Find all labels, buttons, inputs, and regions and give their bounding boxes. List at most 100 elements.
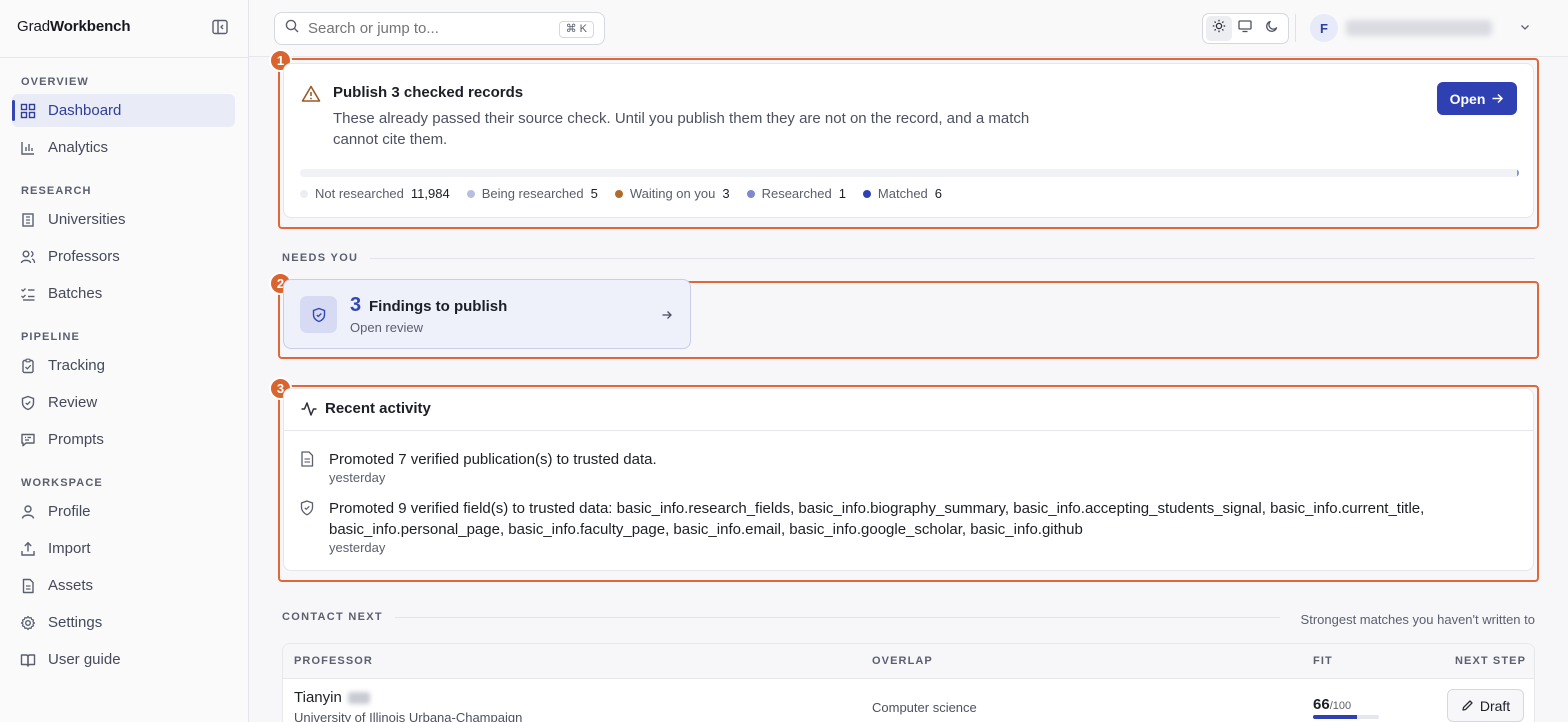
file-icon <box>20 578 36 594</box>
theme-switch <box>1202 13 1289 44</box>
redacted-surname <box>347 691 370 704</box>
needs-you-heading: NEEDS YOU <box>282 252 1535 264</box>
document-icon <box>300 451 314 472</box>
sidebar-item-universities[interactable]: Universities <box>12 203 235 236</box>
professor-name[interactable]: Tianyin <box>294 689 370 706</box>
sidebar-item-label: Profile <box>48 503 91 520</box>
book-icon <box>20 652 36 668</box>
system-theme-button[interactable] <box>1232 16 1258 41</box>
sidebar-item-label: Dashboard <box>48 102 122 119</box>
user-icon <box>20 504 36 520</box>
column-overlap[interactable]: OVERLAP <box>872 655 933 667</box>
shield-icon <box>20 395 36 411</box>
light-theme-button[interactable] <box>1206 16 1233 41</box>
user-name-redacted <box>1346 20 1492 36</box>
sidebar-item-batches[interactable]: Batches <box>12 277 235 310</box>
nav-group-workspace: WORKSPACE Profile Import Assets Settings… <box>0 475 249 676</box>
professor-university: University of Illinois Urbana-Champaign <box>294 710 523 722</box>
nav-group-pipeline: PIPELINE Tracking Review Prompts <box>0 329 249 456</box>
search-input[interactable] <box>308 20 548 37</box>
shortcut-hint: ⌘ K <box>558 21 594 38</box>
sidebar-item-profile[interactable]: Profile <box>12 495 235 528</box>
sidebar-item-settings[interactable]: Settings <box>12 606 235 639</box>
legend-waiting-on-you: Waiting on you 3 <box>614 186 730 201</box>
dark-theme-button[interactable] <box>1259 16 1285 41</box>
search-icon <box>285 19 299 38</box>
legend-being-researched: Being researched 5 <box>466 186 598 201</box>
nav-group-overview: OVERVIEW Dashboard Analytics <box>0 74 249 164</box>
sun-icon <box>1212 19 1226 38</box>
column-professor[interactable]: PROFESSOR <box>294 655 373 667</box>
findings-to-publish-card[interactable]: 3 Findings to publish Open review <box>283 279 691 349</box>
sidebar-item-label: Batches <box>48 285 103 302</box>
sidebar-item-label: Import <box>48 540 91 557</box>
list-checks-icon <box>20 286 36 302</box>
message-icon <box>20 432 36 448</box>
sidebar-item-label: Prompts <box>48 431 104 448</box>
sidebar-item-label: Settings <box>48 614 103 631</box>
overlap-value: Computer science <box>872 700 977 715</box>
sidebar-item-dashboard[interactable]: Dashboard <box>12 94 235 127</box>
chevron-down-icon[interactable] <box>1519 20 1531 38</box>
bar-chart-icon <box>20 140 36 156</box>
nav-group-research: RESEARCH Universities Professors Batches <box>0 183 249 310</box>
brand-logo[interactable]: GradWorkbench <box>17 18 131 35</box>
contact-next-heading: CONTACT NEXT <box>282 611 1282 623</box>
monitor-icon <box>1238 19 1253 38</box>
findings-subtitle: Open review <box>350 320 423 335</box>
legend-dot <box>466 189 475 198</box>
contact-next-note: Strongest matches you haven't written to <box>1300 612 1535 627</box>
topbar: ⌘ K F <box>249 0 1568 57</box>
sidebar-item-label: Professors <box>48 248 120 265</box>
sidebar-divider <box>0 57 249 58</box>
callout-description: These already passed their source check.… <box>333 110 1030 148</box>
legend-dot <box>614 189 623 198</box>
findings-count: 3 <box>350 294 362 316</box>
collapse-sidebar-icon[interactable] <box>211 18 231 38</box>
sidebar-item-user-guide[interactable]: User guide <box>12 643 235 676</box>
status-legend: Not researched 11,984 Being researched 5 W… <box>300 186 959 201</box>
fit-bar <box>1313 715 1379 719</box>
sidebar-item-import[interactable]: Import <box>12 532 235 565</box>
fit-bar-fill <box>1313 715 1357 719</box>
sidebar: GradWorkbench OVERVIEW Dashboard Analyti… <box>0 0 249 722</box>
legend-researched: Researched 1 <box>746 186 846 201</box>
sidebar-item-review[interactable]: Review <box>12 386 235 419</box>
moon-icon <box>1265 19 1279 38</box>
contact-table: PROFESSOR OVERLAP FIT NEXT STEP Tianyin … <box>282 643 1535 722</box>
pencil-icon <box>1462 700 1473 711</box>
avatar[interactable]: F <box>1310 14 1338 42</box>
gear-icon <box>20 615 36 631</box>
callout-title: Publish 3 checked records <box>333 84 524 101</box>
topbar-separator <box>1295 14 1296 42</box>
sidebar-item-assets[interactable]: Assets <box>12 569 235 602</box>
legend-matched: Matched 6 <box>862 186 942 201</box>
draft-button[interactable]: Draft <box>1447 689 1524 722</box>
progress-fill <box>1517 169 1519 177</box>
sidebar-item-label: Analytics <box>48 139 109 156</box>
sidebar-item-label: Review <box>48 394 98 411</box>
sidebar-item-professors[interactable]: Professors <box>12 240 235 273</box>
findings-title: Findings to publish <box>369 298 508 315</box>
nav-heading: WORKSPACE <box>21 477 103 489</box>
search-box[interactable]: ⌘ K <box>274 12 605 45</box>
sidebar-item-tracking[interactable]: Tracking <box>12 349 235 382</box>
activity-item: Promoted 9 verified field(s) to trusted … <box>300 498 1520 555</box>
sidebar-item-label: Tracking <box>48 357 105 374</box>
sidebar-item-label: User guide <box>48 651 121 668</box>
upload-icon <box>20 541 36 557</box>
nav-heading: OVERVIEW <box>21 76 89 88</box>
sidebar-item-prompts[interactable]: Prompts <box>12 423 235 456</box>
warning-icon <box>301 84 321 109</box>
building-icon <box>20 212 36 228</box>
legend-not-researched: Not researched 11,984 <box>300 186 450 201</box>
sidebar-item-label: Universities <box>48 211 126 228</box>
column-next-step[interactable]: NEXT STEP <box>1455 655 1526 667</box>
shield-check-icon <box>300 500 314 521</box>
legend-dot <box>862 189 871 198</box>
column-fit[interactable]: FIT <box>1313 655 1333 667</box>
activity-text: Promoted 7 verified publication(s) to tr… <box>329 451 657 468</box>
sidebar-item-analytics[interactable]: Analytics <box>12 131 235 164</box>
research-progress-bar <box>300 169 1519 177</box>
open-button[interactable]: Open <box>1437 82 1517 115</box>
